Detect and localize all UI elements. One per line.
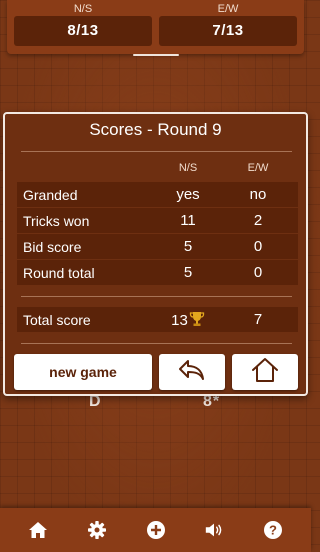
ns-label: N/S: [73, 3, 93, 15]
total-value-ew: 7: [253, 311, 263, 328]
score-row-granded: Granded yes no: [17, 182, 298, 207]
row-value-ew: 2: [253, 212, 263, 229]
row-value-ns: yes: [176, 186, 200, 203]
total-value-ns: 13: [158, 311, 218, 331]
undo-button[interactable]: [159, 354, 225, 390]
ew-label: E/W: [217, 3, 239, 15]
ns-score: 8/13: [14, 16, 152, 46]
column-header-ew: E/W: [247, 162, 269, 174]
row-label: Bid score: [23, 239, 82, 255]
row-value-ew: 0: [253, 264, 263, 281]
score-row-tricks: Tricks won 11 2: [17, 208, 298, 233]
row-value-ns: 5: [183, 238, 193, 255]
row-label: Tricks won: [23, 213, 90, 229]
score-row-bid: Bid score 5 0: [17, 234, 298, 259]
row-value-ew: no: [249, 186, 267, 203]
help-icon[interactable]: ?: [263, 520, 283, 540]
score-row-round-total: Round total 5 0: [17, 260, 298, 285]
ns-score-column: N/S 8/13: [14, 0, 152, 46]
bottom-toolbar: ?: [0, 508, 311, 552]
row-label: Round total: [23, 265, 95, 281]
score-row-total: Total score 13 7: [17, 307, 298, 332]
row-label: Granded: [23, 187, 78, 203]
home-outline-icon: [250, 357, 280, 388]
row-value-ew: 0: [253, 238, 263, 255]
plus-icon[interactable]: [146, 520, 166, 540]
title-divider: [21, 151, 292, 152]
dialog-title: Scores - Round 9: [89, 120, 222, 139]
new-game-button[interactable]: new game: [14, 354, 152, 390]
total-label: Total score: [23, 312, 91, 328]
home-icon[interactable]: [28, 520, 48, 540]
svg-text:?: ?: [269, 523, 277, 538]
ew-score: 7/13: [159, 16, 297, 46]
total-divider-top: [21, 296, 292, 297]
column-header-ns: N/S: [178, 162, 198, 174]
scores-dialog: Scores - Round 9 N/S E/W Granded yes no …: [3, 112, 308, 396]
active-indicator: [133, 54, 179, 56]
undo-arrow-icon: [178, 358, 206, 387]
ew-score-column: E/W 7/13: [159, 0, 297, 46]
total-divider-bottom: [21, 343, 292, 344]
sound-icon[interactable]: [204, 520, 224, 540]
row-value-ns: 5: [183, 264, 193, 281]
trophy-icon: [189, 311, 205, 331]
gear-icon[interactable]: [87, 520, 107, 540]
home-dialog-button[interactable]: [232, 354, 298, 390]
top-score-panel: N/S 8/13 E/W 7/13: [7, 0, 304, 54]
row-value-ns: 11: [180, 212, 196, 229]
total-ns-number: 13: [171, 312, 188, 329]
